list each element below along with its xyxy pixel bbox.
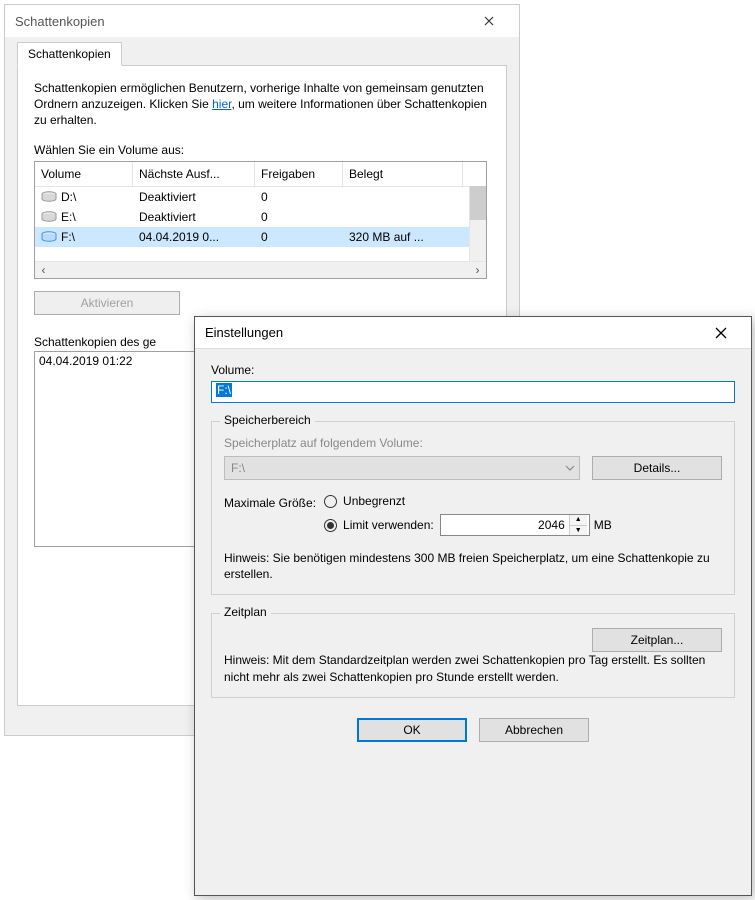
storage-legend: Speicherbereich	[220, 413, 315, 427]
volume-input[interactable]: F:\	[211, 381, 735, 403]
scroll-right-arrow[interactable]: ›	[469, 261, 486, 278]
limit-input[interactable]	[441, 515, 569, 535]
table-row[interactable]: F:\ 04.04.2019 0... 0 320 MB auf ...	[35, 227, 486, 247]
close-icon	[484, 16, 494, 26]
schedule-legend: Zeitplan	[220, 605, 271, 619]
vertical-scrollbar[interactable]	[469, 186, 486, 261]
tab-shadow-copies[interactable]: Schattenkopien	[17, 42, 122, 66]
close-icon	[715, 327, 727, 339]
limit-spinner[interactable]: ▲ ▼	[440, 514, 590, 536]
radio-unlimited-label[interactable]: Unbegrenzt	[343, 494, 405, 508]
select-volume-label: Wählen Sie ein Volume aus:	[34, 143, 490, 157]
spinner-down[interactable]: ▼	[570, 526, 587, 536]
col-shares[interactable]: Freigaben	[255, 162, 343, 186]
table-row[interactable]: E:\ Deaktiviert 0	[35, 207, 486, 227]
window-title: Schattenkopien	[15, 14, 469, 29]
col-used[interactable]: Belegt	[343, 162, 463, 186]
table-header-row: Volume Nächste Ausf... Freigaben Belegt	[35, 162, 486, 187]
close-button[interactable]	[701, 319, 741, 347]
radio-use-limit[interactable]	[324, 519, 337, 532]
activate-button[interactable]: Aktivieren	[34, 291, 180, 315]
radio-dot	[327, 522, 334, 529]
schedule-hint: Hinweis: Mit dem Standardzeitplan werden…	[224, 652, 722, 684]
storage-hint: Hinweis: Sie benötigen mindestens 300 MB…	[224, 550, 722, 582]
schedule-button[interactable]: Zeitplan...	[592, 628, 722, 652]
scroll-left-arrow[interactable]: ‹	[35, 261, 52, 278]
chevron-down-icon	[565, 460, 575, 474]
info-link[interactable]: hier	[212, 97, 231, 111]
limit-unit: MB	[594, 518, 612, 532]
disk-icon	[41, 231, 57, 243]
close-button[interactable]	[469, 7, 509, 35]
volume-label: Volume:	[211, 363, 735, 377]
description-text: Schattenkopien ermöglichen Benutzern, vo…	[34, 80, 490, 129]
scroll-thumb[interactable]	[470, 186, 486, 220]
details-button[interactable]: Details...	[592, 456, 722, 480]
disk-icon	[41, 211, 57, 223]
dialog-title: Einstellungen	[205, 325, 701, 340]
tab-strip: Schattenkopien	[17, 41, 507, 66]
ok-button[interactable]: OK	[357, 718, 467, 742]
storage-volume-combo[interactable]: F:\	[224, 456, 580, 480]
radio-use-limit-label[interactable]: Limit verwenden:	[343, 518, 434, 532]
col-next-run[interactable]: Nächste Ausf...	[133, 162, 255, 186]
storage-location-label: Speicherplatz auf folgendem Volume:	[224, 436, 722, 450]
title-bar[interactable]: Schattenkopien	[5, 5, 519, 37]
spinner-up[interactable]: ▲	[570, 515, 587, 526]
storage-group: Speicherbereich Speicherplatz auf folgen…	[211, 421, 735, 595]
title-bar[interactable]: Einstellungen	[195, 317, 751, 349]
settings-dialog: Einstellungen Volume: F:\ Speicherbereic…	[194, 316, 752, 896]
volumes-table[interactable]: Volume Nächste Ausf... Freigaben Belegt …	[34, 161, 487, 279]
disk-icon	[41, 191, 57, 203]
table-body: D:\ Deaktiviert 0 E:\ Deaktiviert 0 F:\ …	[35, 187, 486, 261]
col-volume[interactable]: Volume	[35, 162, 133, 186]
horizontal-scrollbar[interactable]: ‹ ›	[35, 261, 486, 278]
max-size-label: Maximale Größe:	[224, 494, 316, 510]
table-row[interactable]: D:\ Deaktiviert 0	[35, 187, 486, 207]
dialog-body: Volume: F:\ Speicherbereich Speicherplat…	[195, 349, 751, 756]
cancel-button[interactable]: Abbrechen	[479, 718, 589, 742]
radio-unlimited[interactable]	[324, 495, 337, 508]
schedule-group: Zeitplan Zeitplan... Hinweis: Mit dem St…	[211, 613, 735, 697]
